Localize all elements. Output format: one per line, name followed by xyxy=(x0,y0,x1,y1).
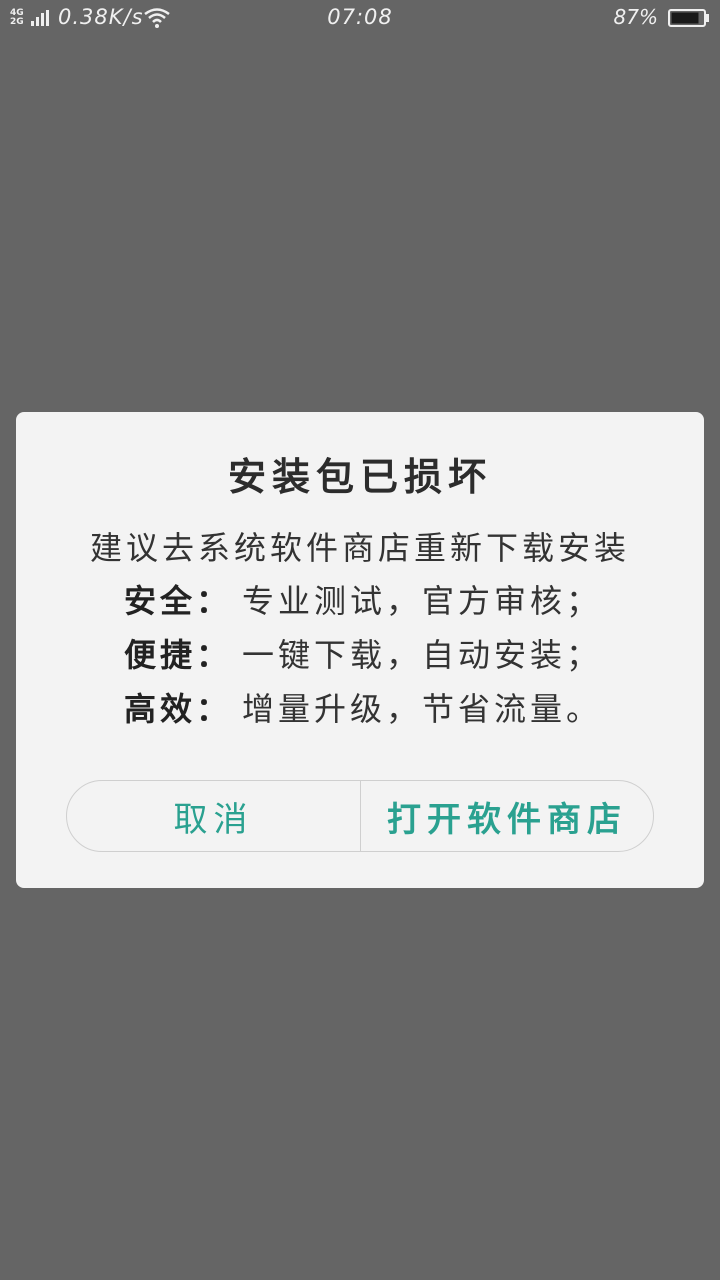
battery-percent: 87% xyxy=(613,5,658,29)
feature-text: 增量升级，节省流量。 xyxy=(242,690,603,728)
feature-label: 高效： xyxy=(124,690,233,728)
cancel-button[interactable]: 取消 xyxy=(67,781,361,851)
screen: 4G 2G 0.38K/s 07:08 87% 安装包已损坏 建议去系统软件商店… xyxy=(0,0,720,1280)
dialog-button-group: 取消 打开软件商店 xyxy=(66,780,654,852)
dialog-title: 安装包已损坏 xyxy=(227,455,492,499)
feature-efficient: 高效： 增量升级，节省流量。 xyxy=(124,689,602,729)
feature-convenient: 便捷： 一键下载，自动安装； xyxy=(124,635,602,675)
feature-label: 安全： xyxy=(124,582,233,620)
open-app-store-button[interactable]: 打开软件商店 xyxy=(361,781,653,851)
feature-safe: 安全： 专业测试，官方审核； xyxy=(124,581,602,621)
feature-text: 一键下载，自动安装； xyxy=(242,636,603,674)
feature-text: 专业测试，官方审核； xyxy=(242,582,603,620)
status-bar: 4G 2G 0.38K/s 07:08 87% xyxy=(0,0,720,36)
feature-label: 便捷： xyxy=(124,636,233,674)
clock: 07:08 xyxy=(327,5,393,29)
battery-icon xyxy=(668,9,709,27)
dialog-message: 建议去系统软件商店重新下载安装 xyxy=(89,529,630,567)
